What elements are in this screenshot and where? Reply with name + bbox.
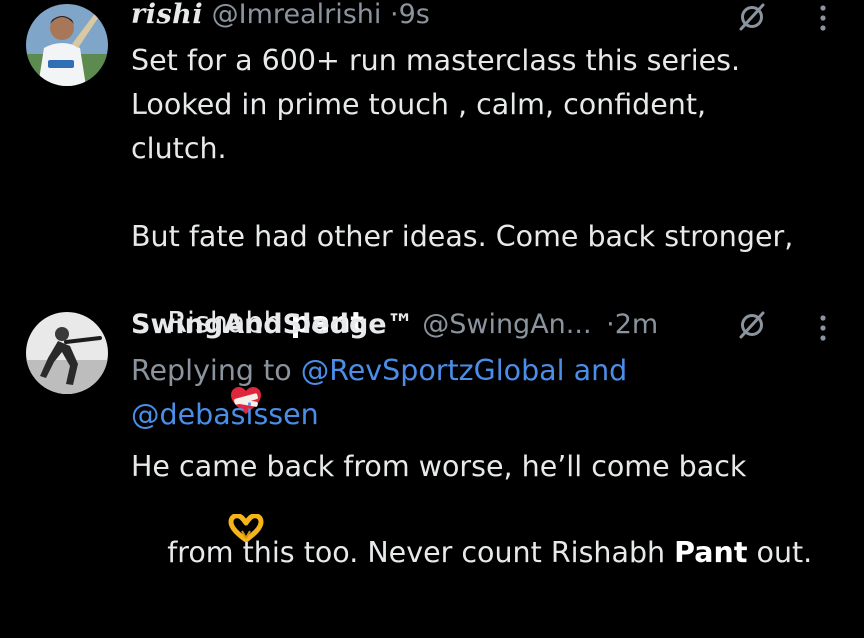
avatar-image: [26, 4, 108, 86]
user-handle[interactable]: @Imrealrishi: [212, 0, 382, 30]
display-name[interactable]: SwingAndSledge™: [131, 309, 414, 340]
separator-dot: ·: [389, 0, 399, 30]
bold-text: Pant: [674, 536, 748, 569]
tweet-text-line: Looked in prime touch , calm, confident,: [131, 88, 707, 121]
replying-to: Replying to @RevSportzGlobal and: [131, 350, 824, 392]
tweet-1[interactable]: rishi @Imrealrishi ·9s Set for a 600+ ru…: [0, 0, 864, 543]
mention-link[interactable]: @RevSportzGlobal: [301, 354, 565, 387]
tweet-text-line: But fate had other ideas. Come back stro…: [131, 220, 794, 253]
tweet-text-line: He came back from worse, he’ll come back: [131, 450, 747, 483]
user-handle[interactable]: @SwingAn...: [422, 309, 591, 340]
text-segment: from this too. Never count Rishabh: [167, 536, 675, 569]
separator-dot: ·: [606, 309, 615, 340]
tweet-text-line-last: from this too. Never count Rishabh Pant …: [131, 490, 824, 616]
timestamp[interactable]: 9s: [399, 0, 430, 30]
more-options-icon[interactable]: [808, 310, 838, 346]
display-name[interactable]: rishi: [131, 0, 203, 30]
avatar[interactable]: [26, 4, 108, 86]
tweet-text-line: Set for a 600+ run masterclass this seri…: [131, 44, 741, 77]
grok-icon[interactable]: [732, 0, 772, 34]
replying-to-cont: @debasissen: [131, 394, 824, 436]
avatar-image: [26, 312, 108, 394]
and-text: and: [564, 354, 628, 387]
grok-icon[interactable]: [732, 308, 772, 342]
mention-link[interactable]: @debasissen: [131, 398, 319, 431]
avatar[interactable]: [26, 312, 108, 394]
timestamp[interactable]: 2m: [615, 309, 658, 340]
more-options-icon[interactable]: [808, 0, 838, 36]
tweet-text-line: clutch.: [131, 132, 227, 165]
text-segment: out.: [747, 536, 813, 569]
tweet-2[interactable]: SwingAndSledge™ @SwingAn... ·2m Replying…: [0, 300, 864, 569]
replying-label: Replying to: [131, 354, 301, 387]
